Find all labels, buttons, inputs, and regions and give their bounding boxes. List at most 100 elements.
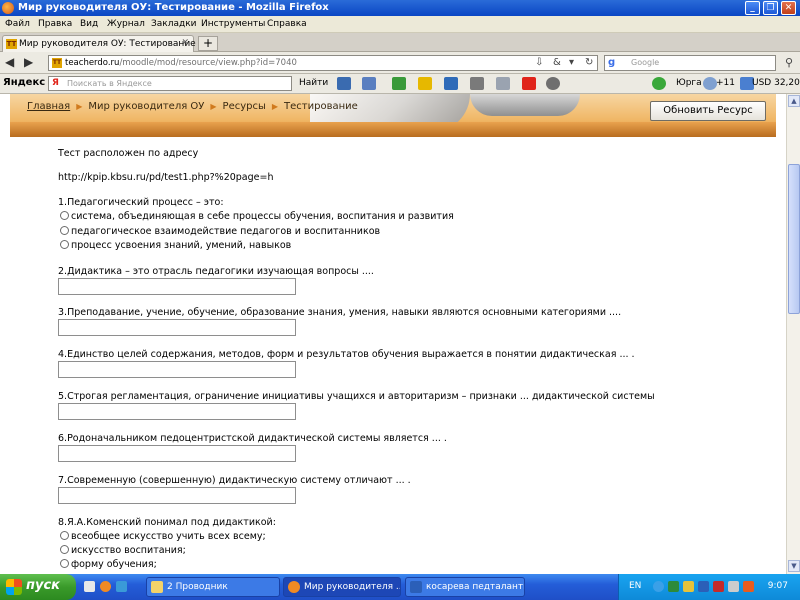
navigation-bar: ◀ ▶ TT teacherdo.ru/moodle/mod/resource/…: [0, 52, 800, 74]
web-search-placeholder: Google: [631, 58, 660, 67]
question-8: 8.Я.А.Коменский понимал под дидактикой:: [58, 517, 276, 528]
tab-icon[interactable]: [392, 77, 406, 90]
kaspersky-icon[interactable]: [713, 581, 724, 592]
yandex-city[interactable]: Юрга: [676, 78, 702, 88]
breadcrumb-current: Тестирование: [284, 101, 358, 112]
question-5: 5.Строгая регламентация, ограничение ини…: [58, 391, 655, 402]
sync-icon[interactable]: [728, 581, 739, 592]
banner-shelf: [10, 122, 776, 137]
windows-flag-icon: [6, 579, 22, 595]
scroll-up-icon[interactable]: ▲: [788, 95, 800, 107]
q8-option-2[interactable]: искусство воспитания;: [60, 545, 186, 556]
google-icon: g: [608, 57, 616, 68]
menu-edit[interactable]: Правка: [38, 19, 72, 29]
q6-answer-input[interactable]: [58, 445, 296, 462]
radio-icon[interactable]: [60, 211, 69, 220]
q1-option-2[interactable]: педагогическое взаимодействие педагогов …: [60, 226, 380, 237]
breadcrumb: Главная ▶ Мир руководителя ОУ ▶ Ресурсы ▶ Тест…: [27, 101, 358, 112]
menu-help[interactable]: Справка: [267, 19, 307, 29]
menu-bookmarks[interactable]: Закладки: [151, 19, 197, 29]
scroll-thumb[interactable]: [788, 164, 800, 314]
breadcrumb-course[interactable]: Мир руководителя ОУ: [88, 101, 204, 112]
question-1: 1.Педагогический процесс – это:: [58, 197, 224, 208]
question-7: 7.Современную (совершенную) дидактическу…: [58, 475, 411, 486]
start-label: пуск: [26, 578, 60, 593]
q1-option-3[interactable]: процесс усвоения знаний, умений, навыков: [60, 240, 291, 251]
new-tab-button[interactable]: +: [198, 36, 218, 51]
radio-icon[interactable]: [60, 559, 69, 568]
breadcrumb-home[interactable]: Главная: [27, 101, 70, 112]
yandex-search-input[interactable]: Я Поискать в Яндексе: [48, 76, 292, 91]
tab-label: Мир руководителя ОУ: Тестирование: [19, 39, 196, 49]
firefox-quicklaunch-icon[interactable]: [100, 581, 111, 592]
yandex-toolbar: Яндекс Я Поискать в Яндексе Найти Юрга +…: [0, 74, 800, 94]
tab-current[interactable]: TT Мир руководителя ОУ: Тестирование ✕: [2, 35, 196, 52]
q4-answer-input[interactable]: [58, 361, 296, 378]
taskbar-item-explorer[interactable]: 2 Проводник: [146, 577, 280, 597]
back-icon[interactable]: ◀: [5, 56, 14, 68]
maximize-button[interactable]: ❐: [763, 1, 778, 15]
vertical-scrollbar[interactable]: ▲ ▼: [786, 94, 800, 574]
breadcrumb-resources[interactable]: Ресурсы: [223, 101, 266, 112]
page-viewport: Главная ▶ Мир руководителя ОУ ▶ Ресурсы ▶ Тест…: [0, 94, 786, 574]
scroll-down-icon[interactable]: ▼: [788, 560, 800, 572]
yandex-find-button[interactable]: Найти: [299, 78, 328, 88]
apps-icon[interactable]: [522, 77, 536, 90]
radio-icon[interactable]: [60, 545, 69, 554]
dropdown-icon[interactable]: ▾: [569, 57, 574, 68]
chat-icon[interactable]: [496, 77, 510, 90]
disk-icon[interactable]: [444, 77, 458, 90]
yandex-currency[interactable]: USD 32,20: [752, 78, 800, 88]
edit-icon[interactable]: [470, 77, 484, 90]
q5-answer-input[interactable]: [58, 403, 296, 420]
bookmark-icon[interactable]: [337, 77, 351, 90]
q2-answer-input[interactable]: [58, 278, 296, 295]
gear-icon[interactable]: [546, 77, 560, 90]
clock[interactable]: 9:07: [768, 581, 788, 591]
mail-icon[interactable]: [362, 77, 376, 90]
language-indicator[interactable]: EN: [629, 581, 641, 591]
star-icon[interactable]: [418, 77, 432, 90]
radio-icon[interactable]: [60, 531, 69, 540]
yandex-temperature[interactable]: +11: [716, 78, 735, 88]
q7-answer-input[interactable]: [58, 487, 296, 504]
close-button[interactable]: ✕: [781, 1, 796, 15]
minimize-button[interactable]: _: [745, 1, 760, 15]
show-desktop-icon[interactable]: [84, 581, 95, 592]
forward-icon[interactable]: ▶: [24, 56, 33, 68]
address-bar[interactable]: TT teacherdo.ru/moodle/mod/resource/view…: [48, 55, 598, 71]
radio-icon[interactable]: [60, 226, 69, 235]
update-icon[interactable]: [698, 581, 709, 592]
menu-history[interactable]: Журнал: [107, 19, 145, 29]
yandex-logo[interactable]: Яндекс: [3, 77, 45, 88]
tab-close-icon[interactable]: ✕: [181, 38, 189, 48]
window-title: Мир руководителя ОУ: Тестирование - Mozi…: [18, 2, 329, 13]
test-url-text: http://kpip.kbsu.ru/pd/test1.php?%20page…: [58, 172, 274, 183]
refresh-resource-button[interactable]: Обновить Ресурс: [650, 101, 766, 121]
folder-icon: [151, 581, 163, 593]
q8-option-1[interactable]: всеобщее искусство учить всех всему;: [60, 531, 266, 542]
intro-text: Тест расположен по адресу: [58, 148, 199, 159]
web-search-box[interactable]: g Google ⚲: [604, 55, 793, 71]
taskbar-item-firefox[interactable]: Мир руководителя ...: [283, 577, 401, 597]
translate-icon[interactable]: &: [553, 57, 561, 68]
q8-option-3[interactable]: форму обучения;: [60, 559, 157, 570]
menu-view[interactable]: Вид: [80, 19, 98, 29]
taskbar-item-document[interactable]: косарева педталанты: [405, 577, 525, 597]
search-icon[interactable]: ⚲: [785, 56, 793, 69]
breadcrumb-separator-icon: ▶: [271, 102, 279, 111]
menu-bar: Файл Правка Вид Журнал Закладки Инструме…: [0, 16, 800, 33]
reload-icon[interactable]: ↻: [585, 57, 593, 68]
antivirus-icon[interactable]: [668, 581, 679, 592]
ie-quicklaunch-icon[interactable]: [116, 581, 127, 592]
radio-icon[interactable]: [60, 240, 69, 249]
start-button[interactable]: пуск: [0, 574, 76, 600]
q3-answer-input[interactable]: [58, 319, 296, 336]
volume-icon[interactable]: [683, 581, 694, 592]
alert-icon[interactable]: [743, 581, 754, 592]
network-icon[interactable]: [653, 581, 664, 592]
q1-option-1[interactable]: система, объединяющая в себе процессы об…: [60, 211, 454, 222]
menu-tools[interactable]: Инструменты: [201, 19, 265, 29]
feed-icon[interactable]: ⇩: [535, 57, 543, 68]
menu-file[interactable]: Файл: [5, 19, 30, 29]
